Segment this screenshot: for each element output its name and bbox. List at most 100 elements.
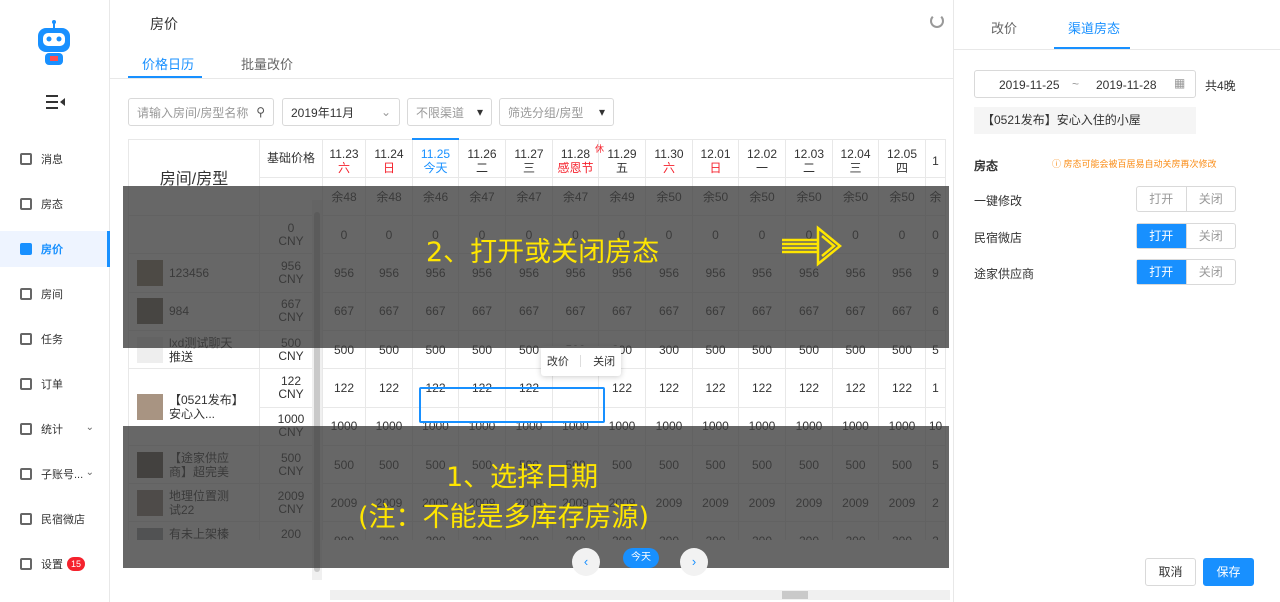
panel-row-label: 途家供应商	[974, 267, 1035, 281]
price-cell[interactable]: 122	[365, 368, 413, 408]
cancel-button[interactable]: 取消	[1145, 558, 1196, 586]
date-header[interactable]: 12.04 三	[832, 138, 879, 178]
channel-value: 不限渠道	[416, 105, 465, 120]
date-header[interactable]: 11.30 六	[645, 138, 693, 178]
price-cell[interactable]: 1	[925, 368, 946, 408]
date-label: 11.26	[467, 147, 497, 162]
weekday-label: 五	[615, 161, 628, 176]
date-header[interactable]: 12.01 日	[692, 138, 739, 178]
calendar-icon	[20, 198, 32, 210]
price-cell[interactable]: 122	[832, 368, 879, 408]
sidebar-item-label: 消息	[41, 154, 63, 166]
search-input[interactable]: 请输入房间/房型名称 ⚲	[128, 98, 274, 126]
save-button[interactable]: 保存	[1203, 558, 1254, 586]
date-label: 11.24	[374, 147, 404, 162]
popover-close[interactable]: 关闭	[593, 353, 615, 369]
currency-unit: CNY	[278, 386, 304, 401]
sidebar-item-6[interactable]: 统计 ⌄	[0, 411, 110, 447]
status-section-label: 房态	[974, 159, 999, 173]
sidebar-item-5[interactable]: 订单	[0, 366, 110, 402]
toggle-close-button[interactable]: 关闭	[1185, 187, 1236, 211]
date-header[interactable]: 12.05 四	[878, 138, 926, 178]
sidebar-item-2[interactable]: 房价	[0, 231, 110, 267]
selected-date-range[interactable]	[419, 387, 605, 423]
chevron-down-icon: ⌄	[85, 422, 94, 433]
panel-tab-channel-status[interactable]: 渠道房态	[1068, 18, 1120, 37]
weekday-label: 四	[895, 161, 908, 176]
sidebar-item-9[interactable]: 设置 15	[0, 546, 110, 582]
date-header[interactable]: 11.26 二	[458, 138, 506, 178]
prev-page-button[interactable]: ‹	[572, 548, 600, 576]
weekday-label: 二	[802, 161, 815, 176]
selected-room-tag: 【0521发布】安心入住的小屋	[974, 107, 1196, 134]
tab-batch-price[interactable]: 批量改价	[241, 54, 293, 73]
price-cell[interactable]: 122	[878, 368, 926, 408]
weekday-label: 日	[382, 161, 395, 176]
sidebar-item-1[interactable]: 房态	[0, 186, 110, 222]
nights-count: 共4晚	[1205, 79, 1236, 93]
search-icon: ⚲	[256, 105, 265, 119]
tutorial-step1-text: 1、选择日期	[446, 462, 599, 493]
date-header[interactable]: 12.03 二	[785, 138, 833, 178]
date-end: 2019-11-28	[1096, 78, 1157, 92]
date-header[interactable]: 11.28 感恩节	[552, 138, 599, 178]
toggle-close-button[interactable]: 关闭	[1185, 224, 1236, 248]
price-cell[interactable]: 122	[322, 368, 366, 408]
panel-tab-underline	[1054, 47, 1130, 49]
date-header[interactable]: 11.29 五	[598, 138, 646, 178]
panel-tab-price[interactable]: 改价	[991, 18, 1017, 37]
today-button[interactable]: 今天	[623, 548, 659, 568]
status-warning: ⓘ 房态可能会被百居易自动关房再次修改	[1052, 157, 1217, 170]
status-toggle: 打开 关闭	[1136, 259, 1236, 285]
date-header[interactable]: 11.24 日	[365, 138, 413, 178]
toggle-open-button[interactable]: 打开	[1137, 260, 1186, 284]
weekday-label: 三	[522, 161, 535, 176]
date-range-picker[interactable]: 2019-11-25 ~ 2019-11-28 ▦	[974, 70, 1196, 98]
toggle-close-button[interactable]: 关闭	[1185, 260, 1236, 284]
refresh-icon[interactable]	[930, 14, 944, 28]
date-label: 12.03	[793, 147, 825, 162]
price-cell[interactable]: 122	[645, 368, 693, 408]
date-label: 11.23	[329, 147, 359, 162]
panel-tab-divider	[953, 49, 1280, 50]
search-placeholder: 请输入房间/房型名称	[137, 105, 249, 120]
weekday-label: 今天	[423, 161, 448, 176]
popover-divider	[580, 355, 582, 367]
next-page-button[interactable]: ›	[680, 548, 708, 576]
toggle-open-button[interactable]: 打开	[1137, 187, 1186, 211]
date-label: 1	[932, 154, 939, 169]
date-header[interactable]: 11.27 三	[505, 138, 553, 178]
toggle-open-button[interactable]: 打开	[1137, 224, 1186, 248]
date-header[interactable]: 11.23 六	[322, 138, 366, 178]
date-label: 12.02	[746, 147, 778, 162]
date-header[interactable]: 1	[925, 138, 946, 178]
sidebar-item-8[interactable]: 民宿微店	[0, 501, 110, 537]
sidebar-item-0[interactable]: 消息	[0, 141, 110, 177]
group-select[interactable]: 筛选分组/房型 ▾	[499, 98, 614, 126]
date-header[interactable]: 12.02 一	[738, 138, 786, 178]
page-title: 房价	[150, 16, 178, 32]
tab-price-calendar[interactable]: 价格日历	[142, 54, 194, 73]
price-cell[interactable]: 122	[738, 368, 786, 408]
horizontal-scrollbar[interactable]	[330, 590, 950, 600]
tab-active-underline	[128, 76, 202, 78]
holiday-rest-mark: 休	[595, 144, 605, 154]
weekday-label: 一	[755, 161, 768, 176]
caret-down-icon: ▾	[476, 105, 483, 119]
popover-edit-price[interactable]: 改价	[547, 353, 569, 369]
date-header[interactable]: 11.25 今天	[412, 138, 459, 178]
sidebar-item-label: 任务	[41, 334, 63, 346]
channel-select[interactable]: 不限渠道 ▾	[407, 98, 492, 126]
sidebar-item-label: 房态	[41, 199, 63, 211]
price-cell[interactable]: 122	[785, 368, 833, 408]
sidebar-item-3[interactable]: 房间	[0, 276, 110, 312]
horizontal-scroll-thumb[interactable]	[782, 591, 808, 599]
weekday-label: 二	[475, 161, 488, 176]
sidebar-item-7[interactable]: 子账号... ⌄	[0, 456, 110, 492]
price-cell[interactable]: 122	[692, 368, 739, 408]
date-start: 2019-11-25	[999, 78, 1060, 92]
sidebar-item-4[interactable]: 任务	[0, 321, 110, 357]
menu-collapse-icon[interactable]	[46, 94, 66, 110]
month-select[interactable]: 2019年11月 ⌄	[282, 98, 400, 126]
price-icon	[20, 243, 32, 255]
